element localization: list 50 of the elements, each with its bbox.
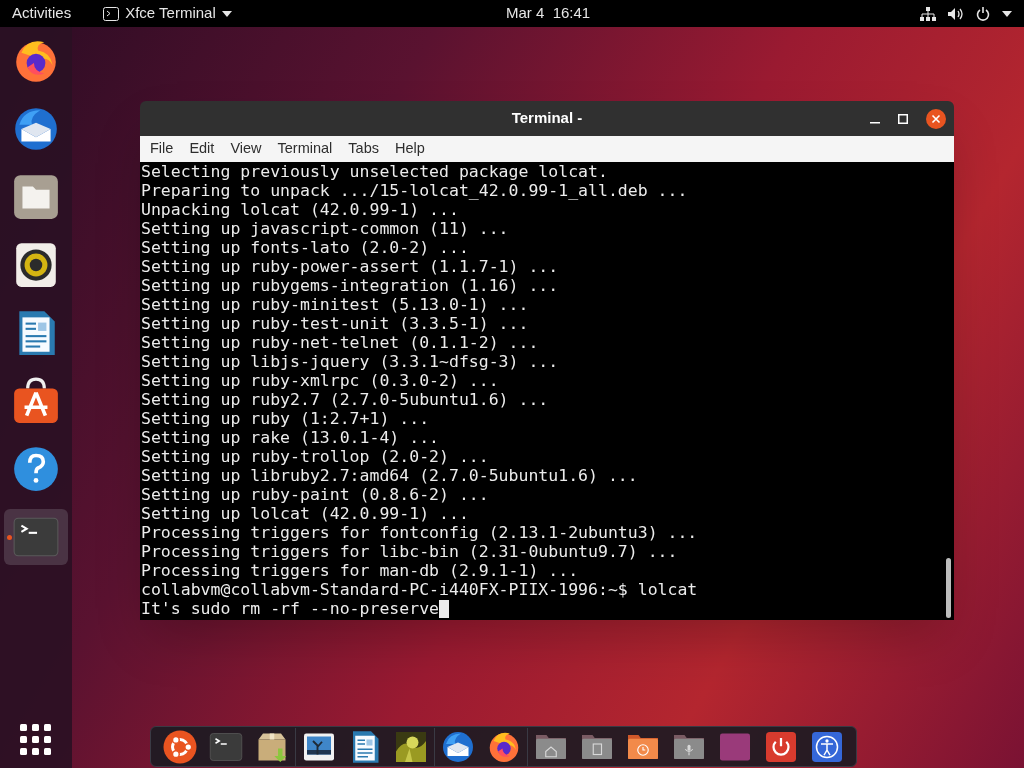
logo-icon[interactable] xyxy=(162,728,198,765)
window-title: Terminal - xyxy=(511,108,583,129)
scrollbar-thumb[interactable] xyxy=(945,558,951,618)
terminal-line: Processing triggers for fontconfig (2.13.1-2ubuntu3) ... xyxy=(141,523,698,542)
terminal-line: Setting up ruby-trollop (2.0-2) ... xyxy=(141,447,489,466)
terminal-line: It's sudo rm -rf --no-preserve xyxy=(141,599,439,618)
menu-item[interactable]: Tabs xyxy=(340,138,387,160)
terminal-line: Setting up libruby2.7:amd64 (2.7.0-5ubuntu1.6) ... xyxy=(141,466,638,485)
terminal-line: Setting up rake (13.0.1-4) ... xyxy=(141,428,439,447)
terminal-icon xyxy=(103,6,120,21)
terminal-line: Selecting previously unselected package lolcat. xyxy=(141,162,608,181)
terminal-line: Preparing to unpack .../15-lolcat_42.0.99-1_all.deb ... xyxy=(141,181,688,200)
caret-icon xyxy=(221,10,232,17)
maximize-icon[interactable] xyxy=(898,113,908,124)
caret-icon[interactable] xyxy=(1002,10,1012,17)
menu-item[interactable]: File xyxy=(142,138,182,160)
terminal-line: Setting up rubygems-integration (1.16) ... xyxy=(141,276,559,295)
running-indicator xyxy=(7,535,12,540)
clock[interactable]: Mar 4 16:41 xyxy=(506,2,591,25)
terminal-line: Setting up ruby-minitest (5.13.0-1) ... xyxy=(141,295,529,314)
menu-item[interactable]: Edit xyxy=(181,138,223,160)
text-cursor xyxy=(439,599,449,618)
terminal-line: Processing triggers for libc-bin (2.31-0ubuntu9.7) ... xyxy=(141,542,678,561)
power-icon[interactable] xyxy=(976,6,990,21)
terminal-line: Setting up ruby-xmlrpc (0.3.0-2) ... xyxy=(141,371,499,390)
menu-item[interactable]: Terminal xyxy=(269,138,341,160)
close-icon[interactable] xyxy=(926,108,946,129)
folder-icon[interactable] xyxy=(11,172,61,222)
terminal-line: Setting up ruby-test-unit (3.3.5-1) ... xyxy=(141,314,529,333)
app-menu[interactable]: Xfce Terminal xyxy=(103,2,232,25)
menu-item[interactable]: Help xyxy=(387,138,433,160)
shopping-bag-icon[interactable] xyxy=(11,376,61,426)
terminal-line: Setting up ruby2.7 (2.7.0-5ubuntu1.6) ... xyxy=(141,390,549,409)
help-icon[interactable] xyxy=(11,444,61,494)
menu-item[interactable]: View xyxy=(222,138,270,160)
terminal-line: Setting up libjs-jquery (3.3.1~dfsg-3) ... xyxy=(141,352,559,371)
terminal-line: Setting up fonts-lato (2.0-2) ... xyxy=(141,238,469,257)
terminal-line: Setting up ruby-net-telnet (0.1.1-2) ... xyxy=(141,333,539,352)
volume-icon[interactable] xyxy=(948,6,964,21)
terminal-line: Unpacking lolcat (42.0.99-1) ... xyxy=(141,200,459,219)
network-icon[interactable] xyxy=(920,6,936,21)
terminal-line: Processing triggers for man-db (2.9.1-1) ... xyxy=(141,561,579,580)
app-grid-icon[interactable] xyxy=(20,724,52,756)
terminal-line: Setting up ruby (1:2.7+1) ... xyxy=(141,409,430,428)
activities-button[interactable]: Activities xyxy=(0,2,84,25)
terminal-line: Setting up ruby-paint (0.8.6-2) ... xyxy=(141,485,489,504)
terminal-line: Setting up javascript-common (11) ... xyxy=(141,219,509,238)
terminal-line: Setting up lolcat (42.0.99-1) ... xyxy=(141,504,469,523)
terminal-line: Setting up ruby-power-assert (1.1.7-1) ... xyxy=(141,257,559,276)
terminal-line: collabvm@collabvm-Standard-PC-i440FX-PIIX-1996:~$ lolcat xyxy=(141,580,698,599)
